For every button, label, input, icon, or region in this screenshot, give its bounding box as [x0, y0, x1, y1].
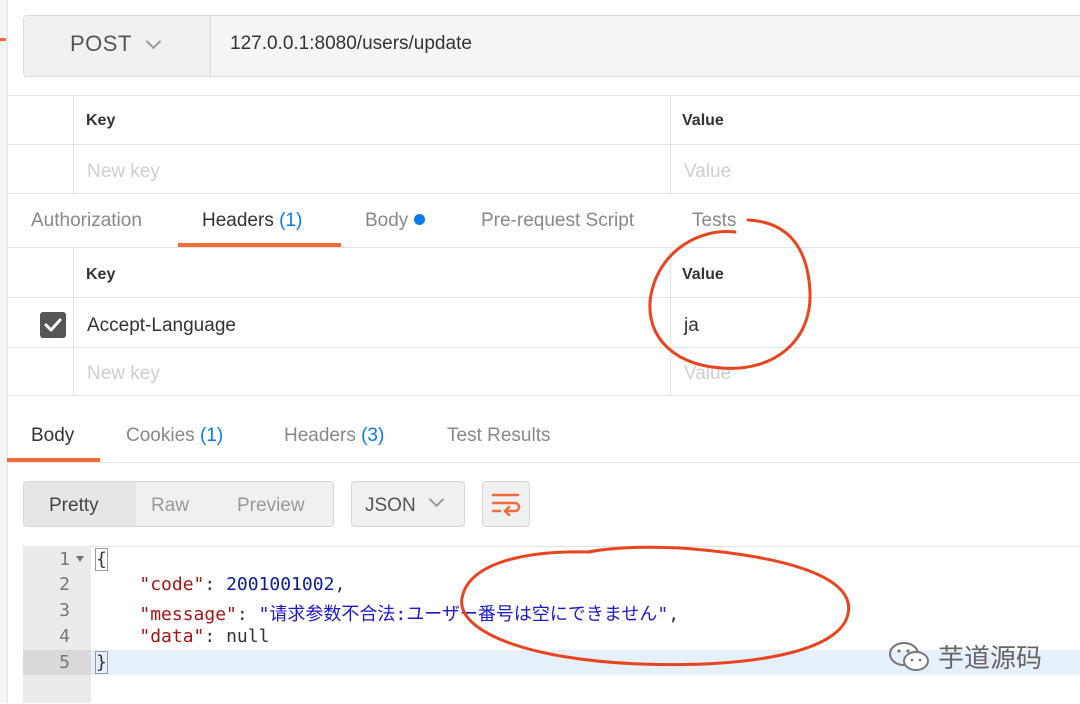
- code-line-5: }: [95, 651, 108, 674]
- json-key-message: "message": [139, 604, 237, 625]
- divider: [7, 297, 1080, 298]
- line-number: 4: [59, 626, 70, 647]
- fold-arrow-icon[interactable]: [76, 556, 84, 562]
- tab-headers[interactable]: Headers (1): [202, 210, 302, 232]
- response-tab-test-results[interactable]: Test Results: [447, 425, 550, 447]
- response-tab-headers-label: Headers: [284, 425, 356, 446]
- sidebar-edge: [0, 0, 8, 703]
- response-tab-cookies-count: (1): [199, 425, 224, 446]
- code-line-2: "code": 2001001002,: [139, 574, 346, 595]
- divider: [7, 144, 1080, 145]
- headers-key-header: Key: [86, 266, 116, 283]
- divider: [7, 193, 1080, 194]
- response-tab-cookies-label: Cookies: [126, 425, 195, 446]
- divider: [7, 95, 1080, 96]
- tab-authorization[interactable]: Authorization: [31, 210, 142, 232]
- watermark-text: 芋道源码: [938, 643, 1043, 673]
- view-pretty-button[interactable]: Pretty: [49, 495, 99, 517]
- body-indicator-dot: [414, 214, 426, 225]
- tab-body-label: Body: [365, 210, 409, 231]
- code-close-brace: }: [95, 651, 108, 674]
- format-label: JSON: [365, 495, 416, 516]
- params-value-header: Value: [682, 112, 724, 129]
- json-value-code: 2001001002: [226, 574, 335, 595]
- divider: [7, 247, 1080, 248]
- header-key-cell[interactable]: Accept-Language: [87, 315, 236, 337]
- view-preview-button[interactable]: Preview: [237, 495, 305, 517]
- divider: [7, 347, 1080, 348]
- divider: [7, 462, 1080, 463]
- json-value-message: "请求参数不合法:ユーザー番号は空にできません": [258, 604, 669, 625]
- json-key-data: "data": [139, 626, 205, 647]
- code-line-3: "message": "请求参数不合法:ユーザー番号は空にできません",: [139, 604, 680, 625]
- divider: [7, 395, 1080, 396]
- response-tab-body[interactable]: Body: [31, 425, 74, 447]
- response-tab-cookies[interactable]: Cookies (1): [126, 425, 223, 447]
- code-open-brace: {: [95, 548, 108, 571]
- wrap-lines-icon: [491, 493, 521, 516]
- params-key-header: Key: [86, 112, 116, 129]
- sidebar-accent: [0, 38, 6, 41]
- response-tab-headers[interactable]: Headers (3): [284, 425, 384, 447]
- view-raw-button[interactable]: Raw: [151, 495, 189, 517]
- wrap-lines-button[interactable]: [482, 481, 530, 527]
- response-tab-headers-count: (3): [361, 425, 385, 446]
- json-value-data: null: [226, 626, 270, 647]
- wechat-icon: [889, 642, 929, 671]
- divider: [73, 247, 74, 395]
- header-enabled-checkbox[interactable]: [40, 312, 66, 338]
- headers-new-key-input[interactable]: New key: [87, 363, 160, 385]
- json-key-code: "code": [139, 574, 205, 595]
- tab-tests[interactable]: Tests: [692, 210, 736, 232]
- line-number: 2: [59, 574, 70, 595]
- params-new-value-input[interactable]: Value: [684, 161, 731, 183]
- code-line-4: "data": null: [139, 626, 270, 647]
- tab-body[interactable]: Body: [365, 210, 426, 232]
- method-label: POST: [70, 31, 132, 56]
- headers-new-value-input[interactable]: Value: [684, 363, 731, 385]
- line-number: 3: [59, 600, 70, 621]
- divider: [670, 247, 671, 395]
- url-input[interactable]: 127.0.0.1:8080/users/update: [230, 33, 472, 55]
- header-value-cell[interactable]: ja: [684, 315, 699, 337]
- params-new-key-input[interactable]: New key: [87, 161, 160, 183]
- tab-headers-count: (1): [279, 210, 303, 231]
- code-line-1: {: [95, 548, 108, 571]
- tab-headers-label: Headers: [202, 210, 274, 231]
- line-number: 5: [59, 652, 70, 673]
- check-icon: [44, 318, 62, 332]
- line-number: 1: [59, 549, 70, 570]
- tab-pre-request-script[interactable]: Pre-request Script: [481, 210, 634, 232]
- headers-value-header: Value: [682, 266, 724, 283]
